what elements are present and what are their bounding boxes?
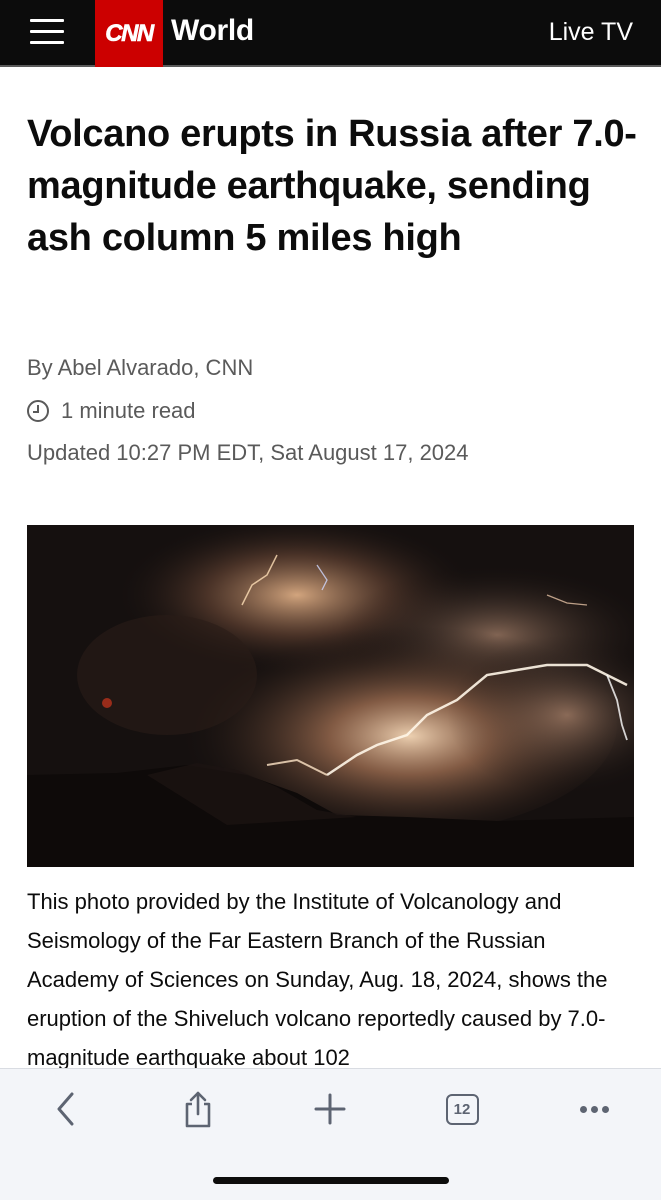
- article-headline: Volcano erupts in Russia after 7.0-magni…: [27, 113, 637, 259]
- share-icon: [185, 1091, 211, 1128]
- cnn-logo[interactable]: CNN: [95, 0, 163, 67]
- more-icon: [579, 1105, 609, 1113]
- read-time: 1 minute read: [27, 398, 196, 424]
- live-tv-link[interactable]: Live TV: [549, 18, 633, 47]
- back-icon: [57, 1092, 74, 1126]
- plus-icon: [314, 1093, 346, 1125]
- tabs-button[interactable]: 12: [432, 1083, 492, 1135]
- home-indicator[interactable]: [213, 1177, 449, 1184]
- photo-caption: This photo provided by the Institute of …: [27, 889, 608, 1070]
- more-button[interactable]: [564, 1083, 624, 1135]
- menu-icon[interactable]: [30, 16, 64, 48]
- tabs-icon: 12: [445, 1093, 479, 1125]
- back-button[interactable]: [36, 1083, 96, 1135]
- article-photo[interactable]: [27, 525, 634, 867]
- read-time-text: 1 minute read: [61, 398, 196, 423]
- updated-timestamp: Updated 10:27 PM EDT, Sat August 17, 202…: [27, 440, 469, 465]
- section-title[interactable]: World: [171, 14, 254, 48]
- clock-icon: [27, 400, 49, 422]
- share-button[interactable]: [168, 1083, 228, 1135]
- logo-text: CNN: [105, 19, 155, 47]
- byline[interactable]: By Abel Alvarado, CNN: [27, 355, 253, 381]
- site-header: CNN World Live TV: [0, 0, 661, 67]
- new-tab-button[interactable]: [300, 1083, 360, 1135]
